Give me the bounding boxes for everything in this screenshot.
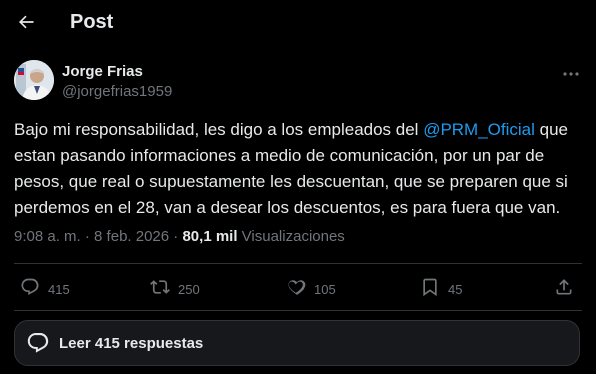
repost-button[interactable]: 250 [150,278,200,300]
page-title: Post [70,11,114,33]
bookmark-count: 45 [448,281,463,297]
bookmark-button[interactable]: 45 [420,278,462,300]
reply-icon [25,330,51,356]
bookmark-icon [420,277,440,302]
tweet-date[interactable]: 8 feb. 2026 [94,228,169,245]
share-button[interactable] [554,278,574,300]
reply-button[interactable]: 415 [20,278,70,300]
repost-icon [150,277,170,302]
avatar[interactable] [14,60,54,100]
repost-count: 250 [178,281,200,297]
author-name[interactable]: Jorge Frias [62,63,143,80]
mention-link[interactable]: @PRM_Oficial [423,120,535,139]
share-icon [554,277,574,302]
like-button[interactable]: 105 [286,278,336,300]
views-count: 80,1 mil [182,228,238,245]
read-replies-button[interactable]: Leer 415 respuestas [14,320,580,366]
reply-icon [20,277,40,302]
post-header: Post [0,0,596,48]
more-options-button[interactable] [556,62,586,84]
back-button[interactable] [10,8,42,40]
reply-count: 415 [48,281,70,297]
author-handle[interactable]: @jorgefrias1959 [62,83,172,100]
like-count: 105 [314,281,336,297]
tweet-text: Bajo mi responsabilidad, les digo a los … [14,117,582,221]
tweet-text-part: Bajo mi responsabilidad, les digo a los … [14,120,424,139]
divider [14,263,582,264]
tweet-time[interactable]: 9:08 a. m. [14,228,81,245]
views-label: Visualizaciones [237,228,345,245]
heart-icon [286,277,306,302]
read-replies-label: Leer 415 respuestas [59,334,204,352]
arrow-left-icon [16,12,36,37]
divider [14,310,582,311]
tweet-meta: 9:08 a. m. · 8 feb. 2026 · 80,1 mil Visu… [14,228,345,245]
more-icon [563,64,579,82]
